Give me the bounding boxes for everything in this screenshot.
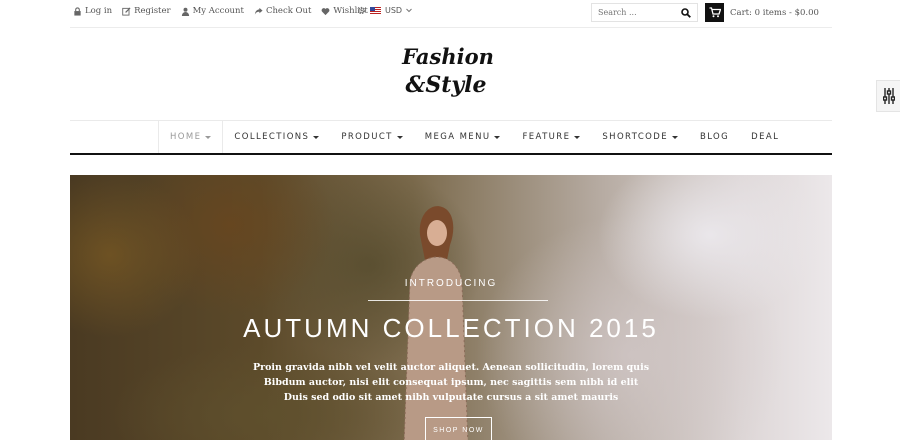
- nav-item-shortcode[interactable]: SHORTCODE: [591, 121, 689, 153]
- login-label: Log in: [85, 6, 113, 16]
- shop-now-button[interactable]: SHOP NOW: [425, 417, 492, 440]
- sliders-icon: [882, 88, 895, 104]
- hero-divider: [368, 300, 548, 301]
- site-logo[interactable]: Fashion &Style: [400, 40, 500, 104]
- lock-icon: [74, 6, 81, 16]
- checkout-label: Check Out: [265, 6, 312, 16]
- checkout-link[interactable]: Check Out: [254, 6, 311, 16]
- top-bar: Log in Register My Account Check Out Wis…: [70, 0, 832, 28]
- nav-label: SHORTCODE: [602, 132, 668, 142]
- share-icon: [254, 7, 263, 15]
- account-links: Log in Register My Account Check Out Wis…: [73, 6, 368, 16]
- caret-down-icon: [494, 135, 501, 139]
- nav-item-home[interactable]: HOME: [158, 121, 224, 153]
- gear-icon: [357, 6, 366, 15]
- currency-selector[interactable]: USD: [357, 6, 412, 15]
- caret-down-icon: [396, 135, 403, 139]
- hero-title: AUTUMN COLLECTION 2015: [243, 313, 659, 343]
- hero-desc-line: Duis sed odio sit amet nibh vulputate cu…: [283, 392, 619, 403]
- us-flag-icon: [370, 7, 381, 14]
- nav-item-collections[interactable]: COLLECTIONS: [223, 121, 330, 153]
- nav-label: MEGA MENU: [424, 132, 491, 142]
- main-navigation: HOME COLLECTIONS PRODUCT MEGA MENU FEATU…: [70, 120, 832, 155]
- cart-button[interactable]: [705, 3, 724, 22]
- hero-desc-line: Bibdum auctor, nisi elit consequat ipsum…: [263, 377, 639, 388]
- my-account-label: My Account: [192, 6, 244, 16]
- nav-label: DEAL: [751, 132, 780, 142]
- svg-text:Fashion: Fashion: [401, 44, 494, 69]
- register-label: Register: [134, 6, 171, 16]
- hero-banner: INTRODUCING AUTUMN COLLECTION 2015 Proin…: [70, 175, 832, 440]
- nav-label: COLLECTIONS: [234, 132, 310, 142]
- svg-text:&Style: &Style: [405, 72, 486, 98]
- hero-description: Proin gravida nibh vel velit auctor aliq…: [70, 360, 832, 405]
- my-account-link[interactable]: My Account: [181, 6, 244, 16]
- nav-item-product[interactable]: PRODUCT: [330, 121, 413, 153]
- nav-label: FEATURE: [522, 132, 571, 142]
- cart-icon: [709, 7, 721, 18]
- nav-label: HOME: [170, 132, 202, 142]
- search-icon[interactable]: [681, 8, 691, 18]
- nav-item-deal[interactable]: DEAL: [740, 121, 790, 153]
- settings-toggle[interactable]: [876, 80, 900, 112]
- search-box: [591, 3, 698, 22]
- nav-item-blog[interactable]: BLOG: [689, 121, 740, 153]
- hero-desc-line: Proin gravida nibh vel velit auctor aliq…: [252, 362, 650, 373]
- search-input[interactable]: [592, 8, 677, 17]
- nav-item-mega-menu[interactable]: MEGA MENU: [414, 121, 512, 153]
- edit-icon: [122, 6, 131, 16]
- cart-summary[interactable]: Cart: 0 items - $0.00: [705, 3, 819, 22]
- hero-content: INTRODUCING AUTUMN COLLECTION 2015 Proin…: [70, 175, 832, 440]
- caret-down-icon: [205, 135, 212, 139]
- register-link[interactable]: Register: [122, 6, 171, 16]
- login-link[interactable]: Log in: [73, 6, 112, 16]
- caret-down-icon: [313, 135, 320, 139]
- currency-label: USD: [385, 6, 403, 15]
- caret-down-icon: [671, 135, 678, 139]
- hero-intro: INTRODUCING: [404, 278, 498, 289]
- nav-label: BLOG: [699, 132, 730, 142]
- caret-down-icon: [574, 135, 581, 139]
- nav-item-feature[interactable]: FEATURE: [511, 121, 591, 153]
- heart-icon: [322, 7, 330, 15]
- nav-label: PRODUCT: [341, 132, 393, 142]
- user-icon: [181, 7, 189, 16]
- cart-text: Cart: 0 items - $0.00: [730, 7, 819, 18]
- chevron-down-icon: [406, 8, 412, 13]
